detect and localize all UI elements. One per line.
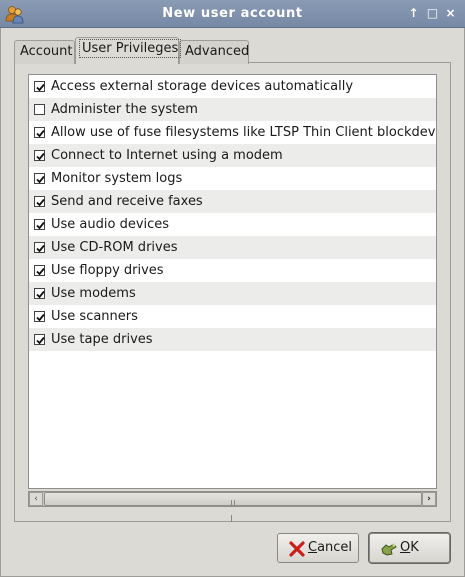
cancel-x-icon <box>289 541 305 557</box>
privilege-row[interactable]: Use modems <box>29 282 436 305</box>
checkmark-icon <box>36 313 45 322</box>
privilege-label: Use CD-ROM drives <box>51 240 178 255</box>
scroll-right-arrow-icon[interactable]: › <box>422 492 436 506</box>
privilege-checkbox[interactable] <box>34 81 45 92</box>
privilege-checkbox[interactable] <box>34 219 45 230</box>
privilege-label: Allow use of fuse filesystems like LTSP … <box>51 125 436 140</box>
privilege-checkbox[interactable] <box>34 288 45 299</box>
privilege-label: Send and receive faxes <box>51 194 203 209</box>
privilege-label: Administer the system <box>51 102 198 117</box>
tab-account[interactable]: Account <box>14 40 75 64</box>
privilege-checkbox[interactable] <box>34 127 45 138</box>
checkmark-icon <box>36 198 45 207</box>
tab-advanced[interactable]: Advanced <box>179 40 249 64</box>
privilege-checkbox[interactable] <box>34 196 45 207</box>
tab-account-label: Account <box>20 44 73 59</box>
tab-user-privileges-label: User Privileges <box>78 39 182 58</box>
privilege-row[interactable]: Monitor system logs <box>29 167 436 190</box>
privilege-label: Access external storage devices automati… <box>51 79 354 94</box>
privilege-row[interactable]: Use CD-ROM drives <box>29 236 436 259</box>
privilege-row[interactable]: Allow use of fuse filesystems like LTSP … <box>29 121 436 144</box>
privilege-row[interactable]: Use floppy drives <box>29 259 436 282</box>
checkmark-icon <box>36 83 45 92</box>
privilege-checkbox[interactable] <box>34 173 45 184</box>
privilege-label: Monitor system logs <box>51 171 183 186</box>
checkmark-icon <box>36 221 45 230</box>
checkmark-icon <box>36 336 45 345</box>
privilege-row[interactable]: Use scanners <box>29 305 436 328</box>
privilege-checkbox[interactable] <box>34 104 45 115</box>
cancel-label: Cancel <box>308 540 353 555</box>
shade-button[interactable]: ↑ <box>407 7 420 20</box>
cancel-button[interactable]: Cancel <box>277 533 359 563</box>
ok-button[interactable]: OK <box>369 533 450 563</box>
privilege-row[interactable]: Use tape drives <box>29 328 436 351</box>
tab-advanced-label: Advanced <box>185 44 250 59</box>
privilege-label: Use scanners <box>51 309 138 324</box>
checkmark-icon <box>36 290 45 299</box>
privilege-checkbox[interactable] <box>34 334 45 345</box>
privilege-row[interactable]: Connect to Internet using a modem <box>29 144 436 167</box>
privilege-checkbox[interactable] <box>34 265 45 276</box>
ok-hand-icon <box>381 543 397 556</box>
privilege-label: Use tape drives <box>51 332 153 347</box>
close-button[interactable]: × <box>444 7 457 20</box>
scrollbar-thumb[interactable] <box>44 492 422 522</box>
scroll-left-arrow-icon[interactable]: ‹ <box>29 492 43 506</box>
window-title: New user account <box>162 6 303 21</box>
horizontal-scrollbar[interactable]: ‹ › <box>28 491 437 522</box>
checkmark-icon <box>36 152 45 161</box>
privilege-row[interactable]: Access external storage devices automati… <box>29 75 436 98</box>
privilege-checkbox[interactable] <box>34 242 45 253</box>
ok-label: OK <box>400 540 419 555</box>
checkmark-icon <box>36 175 45 184</box>
tab-user-privileges[interactable]: User Privileges <box>75 37 182 64</box>
privilege-row[interactable]: Send and receive faxes <box>29 190 436 213</box>
privilege-label: Use audio devices <box>51 217 170 232</box>
privilege-row[interactable]: Administer the system <box>29 98 436 121</box>
privilege-label: Use modems <box>51 286 136 301</box>
privileges-list[interactable]: Access external storage devices automati… <box>28 74 437 489</box>
checkmark-icon <box>36 129 45 138</box>
privilege-label: Use floppy drives <box>51 263 164 278</box>
title-bar[interactable]: New user account ↑ □ × <box>0 0 465 28</box>
checkmark-icon <box>36 244 45 253</box>
privilege-row[interactable]: Use audio devices <box>29 213 436 236</box>
maximize-button[interactable]: □ <box>426 7 439 20</box>
privilege-checkbox[interactable] <box>34 311 45 322</box>
privilege-checkbox[interactable] <box>34 150 45 161</box>
grip-icon <box>231 496 239 522</box>
privilege-label: Connect to Internet using a modem <box>51 148 283 163</box>
checkmark-icon <box>36 267 45 276</box>
